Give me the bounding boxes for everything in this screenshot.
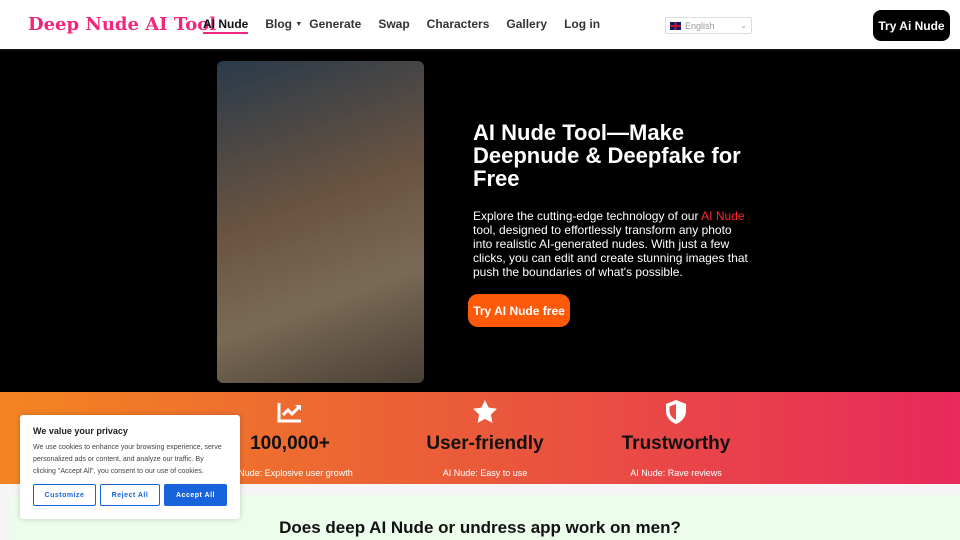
desc-text: Explore the cutting-edge technology of o… (473, 209, 702, 223)
stat-friendly: User-friendly AI Nude: Easy to use (385, 392, 585, 478)
try-ai-nude-button[interactable]: Try Ai Nude (873, 10, 950, 41)
stat-caption: AI Nude: Rave reviews (630, 468, 722, 478)
stat-trust: Trustworthy AI Nude: Rave reviews (576, 392, 776, 478)
uk-flag-icon (670, 21, 681, 30)
stat-value: User-friendly (426, 433, 544, 454)
shield-icon (576, 392, 776, 432)
hero-image (217, 61, 424, 383)
nav-generate[interactable]: Generate (309, 17, 361, 34)
star-icon (385, 392, 585, 432)
hero-description: Explore the cutting-edge technology of o… (473, 209, 748, 279)
hero: AI Nude Tool—Make Deepnude & Deepfake fo… (0, 51, 960, 392)
caret-down-icon: ▼ (295, 21, 303, 28)
logo[interactable]: Deep Nude AI Tool (28, 14, 216, 35)
nav-gallery[interactable]: Gallery (506, 17, 547, 34)
customize-button[interactable]: Customize (33, 484, 96, 506)
reject-all-button[interactable]: Reject All (100, 484, 160, 506)
nav-blog-label: Blog (265, 17, 293, 31)
try-free-button[interactable]: Try AI Nude free (468, 294, 570, 327)
stat-caption: AI Nude: Easy to use (442, 468, 528, 478)
header: Deep Nude AI Tool AI Nude Blog ▼ Generat… (0, 0, 960, 51)
stat-value: Trustworthy (621, 433, 731, 454)
hero-title: AI Nude Tool—Make Deepnude & Deepfake fo… (473, 120, 741, 191)
language-value: English (685, 20, 715, 31)
cookie-text: We use cookies to enhance your browsing … (33, 444, 222, 475)
nav-ai-nude[interactable]: AI Nude (203, 17, 249, 34)
faq-title: Does deep AI Nude or undress app work on… (279, 518, 681, 537)
language-select[interactable]: English ⌄ (665, 17, 752, 34)
desc-text: tool, designed to effortlessly transform… (473, 223, 748, 279)
nav-swap[interactable]: Swap (378, 17, 409, 34)
nav-blog[interactable]: Blog ▼ (265, 17, 302, 34)
nav-characters[interactable]: Characters (427, 17, 490, 34)
main-nav: AI Nude Blog ▼ Generate Swap Characters … (203, 17, 600, 34)
nav-login[interactable]: Log in (564, 17, 600, 34)
accept-all-button[interactable]: Accept All (164, 484, 227, 506)
chevron-down-icon: ⌄ (740, 21, 747, 30)
cookie-banner: We value your privacy We use cookies to … (20, 415, 240, 519)
ai-nude-link[interactable]: AI Nude (701, 209, 744, 223)
cookie-title: We value your privacy (33, 426, 128, 436)
